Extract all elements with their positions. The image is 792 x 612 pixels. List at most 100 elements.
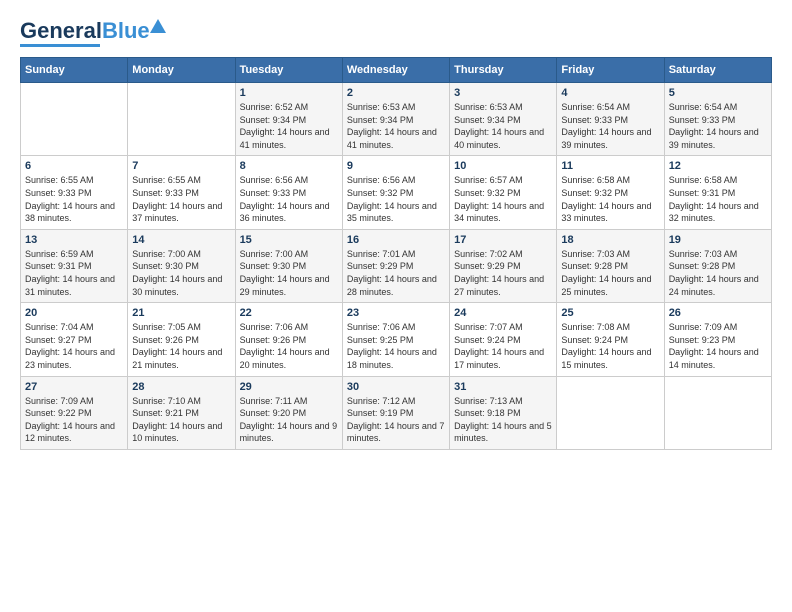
calendar-cell: 7Sunrise: 6:55 AM Sunset: 9:33 PM Daylig… xyxy=(128,156,235,229)
day-info: Sunrise: 7:04 AM Sunset: 9:27 PM Dayligh… xyxy=(25,321,123,371)
calendar-cell: 2Sunrise: 6:53 AM Sunset: 9:34 PM Daylig… xyxy=(342,83,449,156)
day-info: Sunrise: 7:05 AM Sunset: 9:26 PM Dayligh… xyxy=(132,321,230,371)
calendar-cell xyxy=(557,376,664,449)
day-number: 23 xyxy=(347,307,445,319)
calendar-cell xyxy=(21,83,128,156)
calendar-cell: 19 Sunrise: 7:03 AM Sunset: 9:28 PM Dayli… xyxy=(664,229,771,302)
calendar-week-row: 20 Sunrise: 7:04 AM Sunset: 9:27 PM Dayli… xyxy=(21,303,772,376)
day-info: Sunrise: 7:10 AM Sunset: 9:21 PM Dayligh… xyxy=(132,395,230,445)
calendar-cell: 16Sunrise: 7:01 AM Sunset: 9:29 PM Dayli… xyxy=(342,229,449,302)
calendar-cell: 27 Sunrise: 7:09 AM Sunset: 9:22 PM Dayli… xyxy=(21,376,128,449)
day-number: 20 xyxy=(25,307,123,319)
day-number: 17 xyxy=(454,234,552,246)
day-number: 18 xyxy=(561,234,659,246)
day-number: 1 xyxy=(240,87,338,99)
logo-icon xyxy=(148,17,168,37)
calendar-cell: 18 Sunrise: 7:03 AM Sunset: 9:28 PM Dayli… xyxy=(557,229,664,302)
calendar-cell: 1Sunrise: 6:52 AM Sunset: 9:34 PM Daylig… xyxy=(235,83,342,156)
calendar-cell: 23Sunrise: 7:06 AM Sunset: 9:25 PM Dayli… xyxy=(342,303,449,376)
day-info: Sunrise: 6:53 AM Sunset: 9:34 PM Dayligh… xyxy=(347,101,445,151)
header-monday: Monday xyxy=(128,58,235,83)
calendar-week-row: 1Sunrise: 6:52 AM Sunset: 9:34 PM Daylig… xyxy=(21,83,772,156)
calendar-cell: 31 Sunrise: 7:13 AM Sunset: 9:18 PM Dayli… xyxy=(450,376,557,449)
day-info: Sunrise: 7:06 AM Sunset: 9:26 PM Dayligh… xyxy=(240,321,338,371)
day-number: 24 xyxy=(454,307,552,319)
header-wednesday: Wednesday xyxy=(342,58,449,83)
day-number: 14 xyxy=(132,234,230,246)
day-info: Sunrise: 7:03 AM Sunset: 9:28 PM Dayligh… xyxy=(669,248,767,298)
day-info: Sunrise: 6:55 AM Sunset: 9:33 PM Dayligh… xyxy=(25,174,123,224)
day-info: Sunrise: 7:03 AM Sunset: 9:28 PM Dayligh… xyxy=(561,248,659,298)
day-number: 11 xyxy=(561,160,659,172)
calendar-cell: 10 Sunrise: 6:57 AM Sunset: 9:32 PM Dayli… xyxy=(450,156,557,229)
day-number: 12 xyxy=(669,160,767,172)
day-info: Sunrise: 7:08 AM Sunset: 9:24 PM Dayligh… xyxy=(561,321,659,371)
day-info: Sunrise: 6:59 AM Sunset: 9:31 PM Dayligh… xyxy=(25,248,123,298)
calendar-cell: 4 Sunrise: 6:54 AM Sunset: 9:33 PM Daylig… xyxy=(557,83,664,156)
day-number: 6 xyxy=(25,160,123,172)
logo-text: GeneralBlue xyxy=(20,20,150,42)
header-saturday: Saturday xyxy=(664,58,771,83)
calendar-cell: 29Sunrise: 7:11 AM Sunset: 9:20 PM Dayli… xyxy=(235,376,342,449)
day-info: Sunrise: 6:53 AM Sunset: 9:34 PM Dayligh… xyxy=(454,101,552,151)
calendar-cell: 13Sunrise: 6:59 AM Sunset: 9:31 PM Dayli… xyxy=(21,229,128,302)
calendar-cell: 5Sunrise: 6:54 AM Sunset: 9:33 PM Daylig… xyxy=(664,83,771,156)
logo: GeneralBlue xyxy=(20,20,168,47)
day-number: 10 xyxy=(454,160,552,172)
calendar-cell: 21 Sunrise: 7:05 AM Sunset: 9:26 PM Dayli… xyxy=(128,303,235,376)
day-info: Sunrise: 6:56 AM Sunset: 9:33 PM Dayligh… xyxy=(240,174,338,224)
calendar-cell: 12 Sunrise: 6:58 AM Sunset: 9:31 PM Dayli… xyxy=(664,156,771,229)
calendar-cell xyxy=(664,376,771,449)
calendar-cell: 26Sunrise: 7:09 AM Sunset: 9:23 PM Dayli… xyxy=(664,303,771,376)
day-number: 31 xyxy=(454,381,552,393)
page-header: GeneralBlue xyxy=(20,20,772,47)
day-info: Sunrise: 6:54 AM Sunset: 9:33 PM Dayligh… xyxy=(669,101,767,151)
day-info: Sunrise: 6:58 AM Sunset: 9:31 PM Dayligh… xyxy=(669,174,767,224)
day-info: Sunrise: 7:00 AM Sunset: 9:30 PM Dayligh… xyxy=(240,248,338,298)
day-info: Sunrise: 6:55 AM Sunset: 9:33 PM Dayligh… xyxy=(132,174,230,224)
day-info: Sunrise: 7:01 AM Sunset: 9:29 PM Dayligh… xyxy=(347,248,445,298)
day-info: Sunrise: 7:13 AM Sunset: 9:18 PM Dayligh… xyxy=(454,395,552,445)
day-number: 3 xyxy=(454,87,552,99)
day-number: 8 xyxy=(240,160,338,172)
day-info: Sunrise: 7:07 AM Sunset: 9:24 PM Dayligh… xyxy=(454,321,552,371)
calendar-cell: 6 Sunrise: 6:55 AM Sunset: 9:33 PM Daylig… xyxy=(21,156,128,229)
day-number: 19 xyxy=(669,234,767,246)
day-info: Sunrise: 6:54 AM Sunset: 9:33 PM Dayligh… xyxy=(561,101,659,151)
header-sunday: Sunday xyxy=(21,58,128,83)
calendar-week-row: 13Sunrise: 6:59 AM Sunset: 9:31 PM Dayli… xyxy=(21,229,772,302)
calendar-cell: 14 Sunrise: 7:00 AM Sunset: 9:30 PM Dayli… xyxy=(128,229,235,302)
calendar-table: SundayMondayTuesdayWednesdayThursdayFrid… xyxy=(20,57,772,450)
calendar-cell: 25Sunrise: 7:08 AM Sunset: 9:24 PM Dayli… xyxy=(557,303,664,376)
day-number: 21 xyxy=(132,307,230,319)
calendar-cell: 11Sunrise: 6:58 AM Sunset: 9:32 PM Dayli… xyxy=(557,156,664,229)
day-info: Sunrise: 6:56 AM Sunset: 9:32 PM Dayligh… xyxy=(347,174,445,224)
day-number: 15 xyxy=(240,234,338,246)
calendar-cell: 20 Sunrise: 7:04 AM Sunset: 9:27 PM Dayli… xyxy=(21,303,128,376)
calendar-cell: 28 Sunrise: 7:10 AM Sunset: 9:21 PM Dayli… xyxy=(128,376,235,449)
day-info: Sunrise: 6:57 AM Sunset: 9:32 PM Dayligh… xyxy=(454,174,552,224)
day-number: 22 xyxy=(240,307,338,319)
day-number: 30 xyxy=(347,381,445,393)
day-number: 29 xyxy=(240,381,338,393)
calendar-cell xyxy=(128,83,235,156)
day-info: Sunrise: 7:00 AM Sunset: 9:30 PM Dayligh… xyxy=(132,248,230,298)
calendar-week-row: 27 Sunrise: 7:09 AM Sunset: 9:22 PM Dayli… xyxy=(21,376,772,449)
calendar-cell: 30 Sunrise: 7:12 AM Sunset: 9:19 PM Dayli… xyxy=(342,376,449,449)
day-info: Sunrise: 7:12 AM Sunset: 9:19 PM Dayligh… xyxy=(347,395,445,445)
header-friday: Friday xyxy=(557,58,664,83)
day-info: Sunrise: 7:02 AM Sunset: 9:29 PM Dayligh… xyxy=(454,248,552,298)
day-number: 26 xyxy=(669,307,767,319)
day-number: 28 xyxy=(132,381,230,393)
calendar-header-row: SundayMondayTuesdayWednesdayThursdayFrid… xyxy=(21,58,772,83)
day-info: Sunrise: 7:09 AM Sunset: 9:22 PM Dayligh… xyxy=(25,395,123,445)
header-thursday: Thursday xyxy=(450,58,557,83)
header-tuesday: Tuesday xyxy=(235,58,342,83)
calendar-cell: 9Sunrise: 6:56 AM Sunset: 9:32 PM Daylig… xyxy=(342,156,449,229)
day-number: 27 xyxy=(25,381,123,393)
calendar-cell: 24 Sunrise: 7:07 AM Sunset: 9:24 PM Dayli… xyxy=(450,303,557,376)
day-number: 4 xyxy=(561,87,659,99)
logo-underline xyxy=(20,44,100,47)
calendar-cell: 22 Sunrise: 7:06 AM Sunset: 9:26 PM Dayli… xyxy=(235,303,342,376)
calendar-cell: 15 Sunrise: 7:00 AM Sunset: 9:30 PM Dayli… xyxy=(235,229,342,302)
